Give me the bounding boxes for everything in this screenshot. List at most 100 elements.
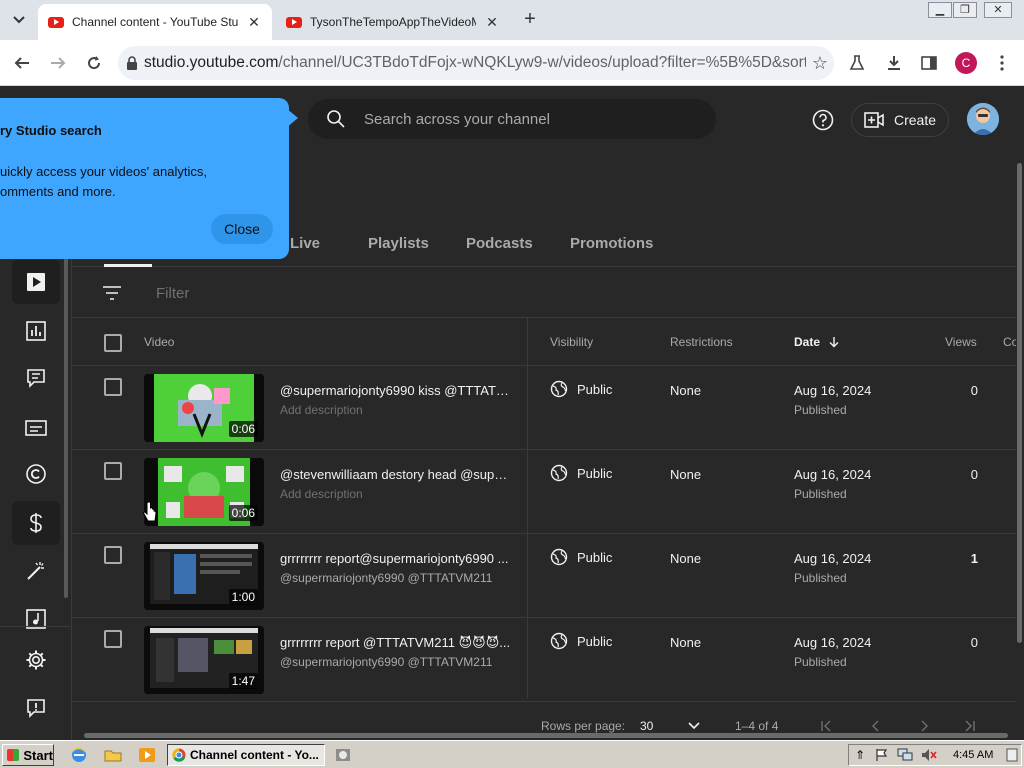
window-close-button[interactable]: ✕ [984, 2, 1012, 18]
internet-explorer-icon[interactable] [70, 746, 88, 764]
filter-bar[interactable]: Filter [72, 268, 1016, 318]
restrictions-value: None [670, 551, 702, 566]
table-row[interactable]: 0:06 @supermariojonty6990 kiss @TTTATV..… [72, 366, 1016, 450]
row-checkbox[interactable] [104, 378, 122, 396]
select-all-checkbox[interactable] [104, 334, 122, 352]
tab-podcasts[interactable]: Podcasts [466, 235, 533, 252]
sidebar-item-customization[interactable] [12, 549, 60, 593]
video-title[interactable]: @supermariojonty6990 kiss @TTTATV... [280, 383, 512, 398]
sidebar-scrollbar[interactable] [64, 258, 68, 598]
taskbar-window-button[interactable]: Channel content - Yo... [167, 744, 325, 766]
tab-promotions[interactable]: Promotions [570, 235, 653, 252]
reload-button[interactable] [81, 50, 107, 76]
browser-tab[interactable]: TysonTheTempoAppTheVideoMaker ✕ [276, 4, 510, 40]
browser-menu-icon[interactable] [991, 52, 1013, 74]
scrollbar-thumb[interactable] [1017, 163, 1022, 643]
video-title[interactable]: grrrrrrrr report @TTTATVM211 😈😈😈... [280, 635, 512, 651]
network-icon[interactable] [897, 748, 913, 762]
sidebar-item-feedback[interactable] [12, 686, 60, 730]
bookmark-star-icon[interactable]: ☆ [812, 53, 828, 74]
tab-search-button[interactable] [6, 7, 32, 33]
row-checkbox[interactable] [104, 462, 122, 480]
address-bar[interactable]: studio.youtube.com/channel/UC3TBdoTdFojx… [118, 46, 834, 80]
browser-tab-active[interactable]: Channel content - YouTube Studio ✕ [38, 4, 272, 40]
table-row[interactable]: 1:00 grrrrrrrr report@supermariojonty699… [72, 534, 1016, 618]
row-checkbox[interactable] [104, 630, 122, 648]
tab-close-icon[interactable]: ✕ [246, 14, 262, 31]
table-row[interactable]: 1:47 grrrrrrrr report @TTTATVM211 😈😈😈...… [72, 618, 1016, 702]
browser-profile-avatar[interactable]: C [955, 52, 977, 74]
show-desktop-icon[interactable] [1006, 748, 1018, 762]
sidebar-item-content[interactable] [12, 260, 60, 304]
chevron-down-icon[interactable] [688, 722, 700, 730]
forward-button[interactable] [45, 50, 71, 76]
video-duration: 0:06 [228, 505, 258, 521]
tab-close-icon[interactable]: ✕ [484, 14, 500, 31]
video-description[interactable]: @supermariojonty6990 @TTTATVM211 [280, 655, 512, 669]
video-title[interactable]: @stevenwilliaam destory head @super... [280, 467, 512, 482]
row-checkbox[interactable] [104, 546, 122, 564]
labs-flask-icon[interactable] [846, 52, 868, 74]
rows-per-page-label: Rows per page: [541, 719, 626, 733]
views-value: 0 [970, 467, 978, 482]
sidebar-item-subtitles[interactable] [12, 406, 60, 450]
start-label: Start [23, 747, 53, 763]
minimize-button[interactable]: ▁ [928, 2, 952, 18]
video-description[interactable]: @supermariojonty6990 @TTTATVM211 [280, 571, 512, 585]
help-icon[interactable] [812, 109, 834, 131]
first-page-icon[interactable] [820, 720, 832, 732]
last-page-icon[interactable] [964, 720, 976, 732]
sidebar-item-comments[interactable] [12, 356, 60, 400]
channel-search-input[interactable]: Search across your channel [308, 99, 716, 139]
tray-expand-icon[interactable]: ⇑ [855, 748, 865, 762]
video-thumbnail[interactable]: 0:06 [144, 458, 264, 526]
copyright-icon [26, 464, 46, 484]
create-video-icon [864, 112, 884, 128]
header-date[interactable]: Date [794, 335, 839, 349]
header-visibility[interactable]: Visibility [550, 335, 593, 349]
sidebar-item-audio-library[interactable] [12, 597, 60, 641]
page-range: 1–4 of 4 [735, 719, 779, 733]
side-panel-icon[interactable] [918, 52, 940, 74]
restore-button[interactable]: ❐ [953, 2, 977, 18]
previous-page-icon[interactable] [870, 720, 882, 732]
folder-icon[interactable] [104, 746, 122, 764]
tab-live[interactable]: Live [290, 235, 320, 252]
video-description[interactable]: Add description [280, 487, 512, 501]
create-button[interactable]: Create [851, 103, 949, 137]
visibility-cell[interactable]: Public [550, 380, 612, 398]
flag-icon[interactable] [875, 748, 889, 762]
filter-icon[interactable] [102, 286, 122, 300]
visibility-cell[interactable]: Public [550, 548, 612, 566]
sidebar-item-earn[interactable] [12, 501, 60, 545]
rows-per-page-select[interactable]: 30 [640, 719, 653, 733]
video-thumbnail[interactable]: 0:06 [144, 374, 264, 442]
horizontal-scrollbar[interactable] [84, 733, 1008, 738]
tab-playlists[interactable]: Playlists [368, 235, 429, 252]
download-icon[interactable] [883, 52, 905, 74]
start-button[interactable]: Start [2, 744, 54, 766]
video-thumbnail[interactable]: 1:47 [144, 626, 264, 694]
volume-muted-icon[interactable] [921, 748, 937, 762]
new-tab-button[interactable]: + [516, 8, 544, 32]
video-description[interactable]: Add description [280, 403, 512, 417]
back-button[interactable] [9, 50, 35, 76]
content-scrollbar[interactable] [1016, 153, 1024, 740]
media-player-icon[interactable] [138, 746, 156, 764]
app-tray-icon[interactable] [334, 746, 352, 764]
publish-status: Published [794, 655, 847, 669]
channel-avatar[interactable] [967, 103, 999, 135]
table-row[interactable]: 0:06 @stevenwilliaam destory head @super… [72, 450, 1016, 534]
next-page-icon[interactable] [918, 720, 930, 732]
video-title[interactable]: grrrrrrrr report@supermariojonty6990 ... [280, 551, 512, 566]
visibility-cell[interactable]: Public [550, 632, 612, 650]
header-views[interactable]: Views [945, 335, 977, 349]
sidebar-item-analytics[interactable] [12, 309, 60, 353]
header-restrictions[interactable]: Restrictions [670, 335, 733, 349]
video-thumbnail[interactable]: 1:00 [144, 542, 264, 610]
visibility-cell[interactable]: Public [550, 464, 612, 482]
sidebar-item-copyright[interactable] [12, 452, 60, 496]
tooltip-close-button[interactable]: Close [211, 214, 273, 244]
sidebar-item-settings[interactable] [12, 638, 60, 682]
header-comments[interactable]: Co [1003, 335, 1016, 349]
